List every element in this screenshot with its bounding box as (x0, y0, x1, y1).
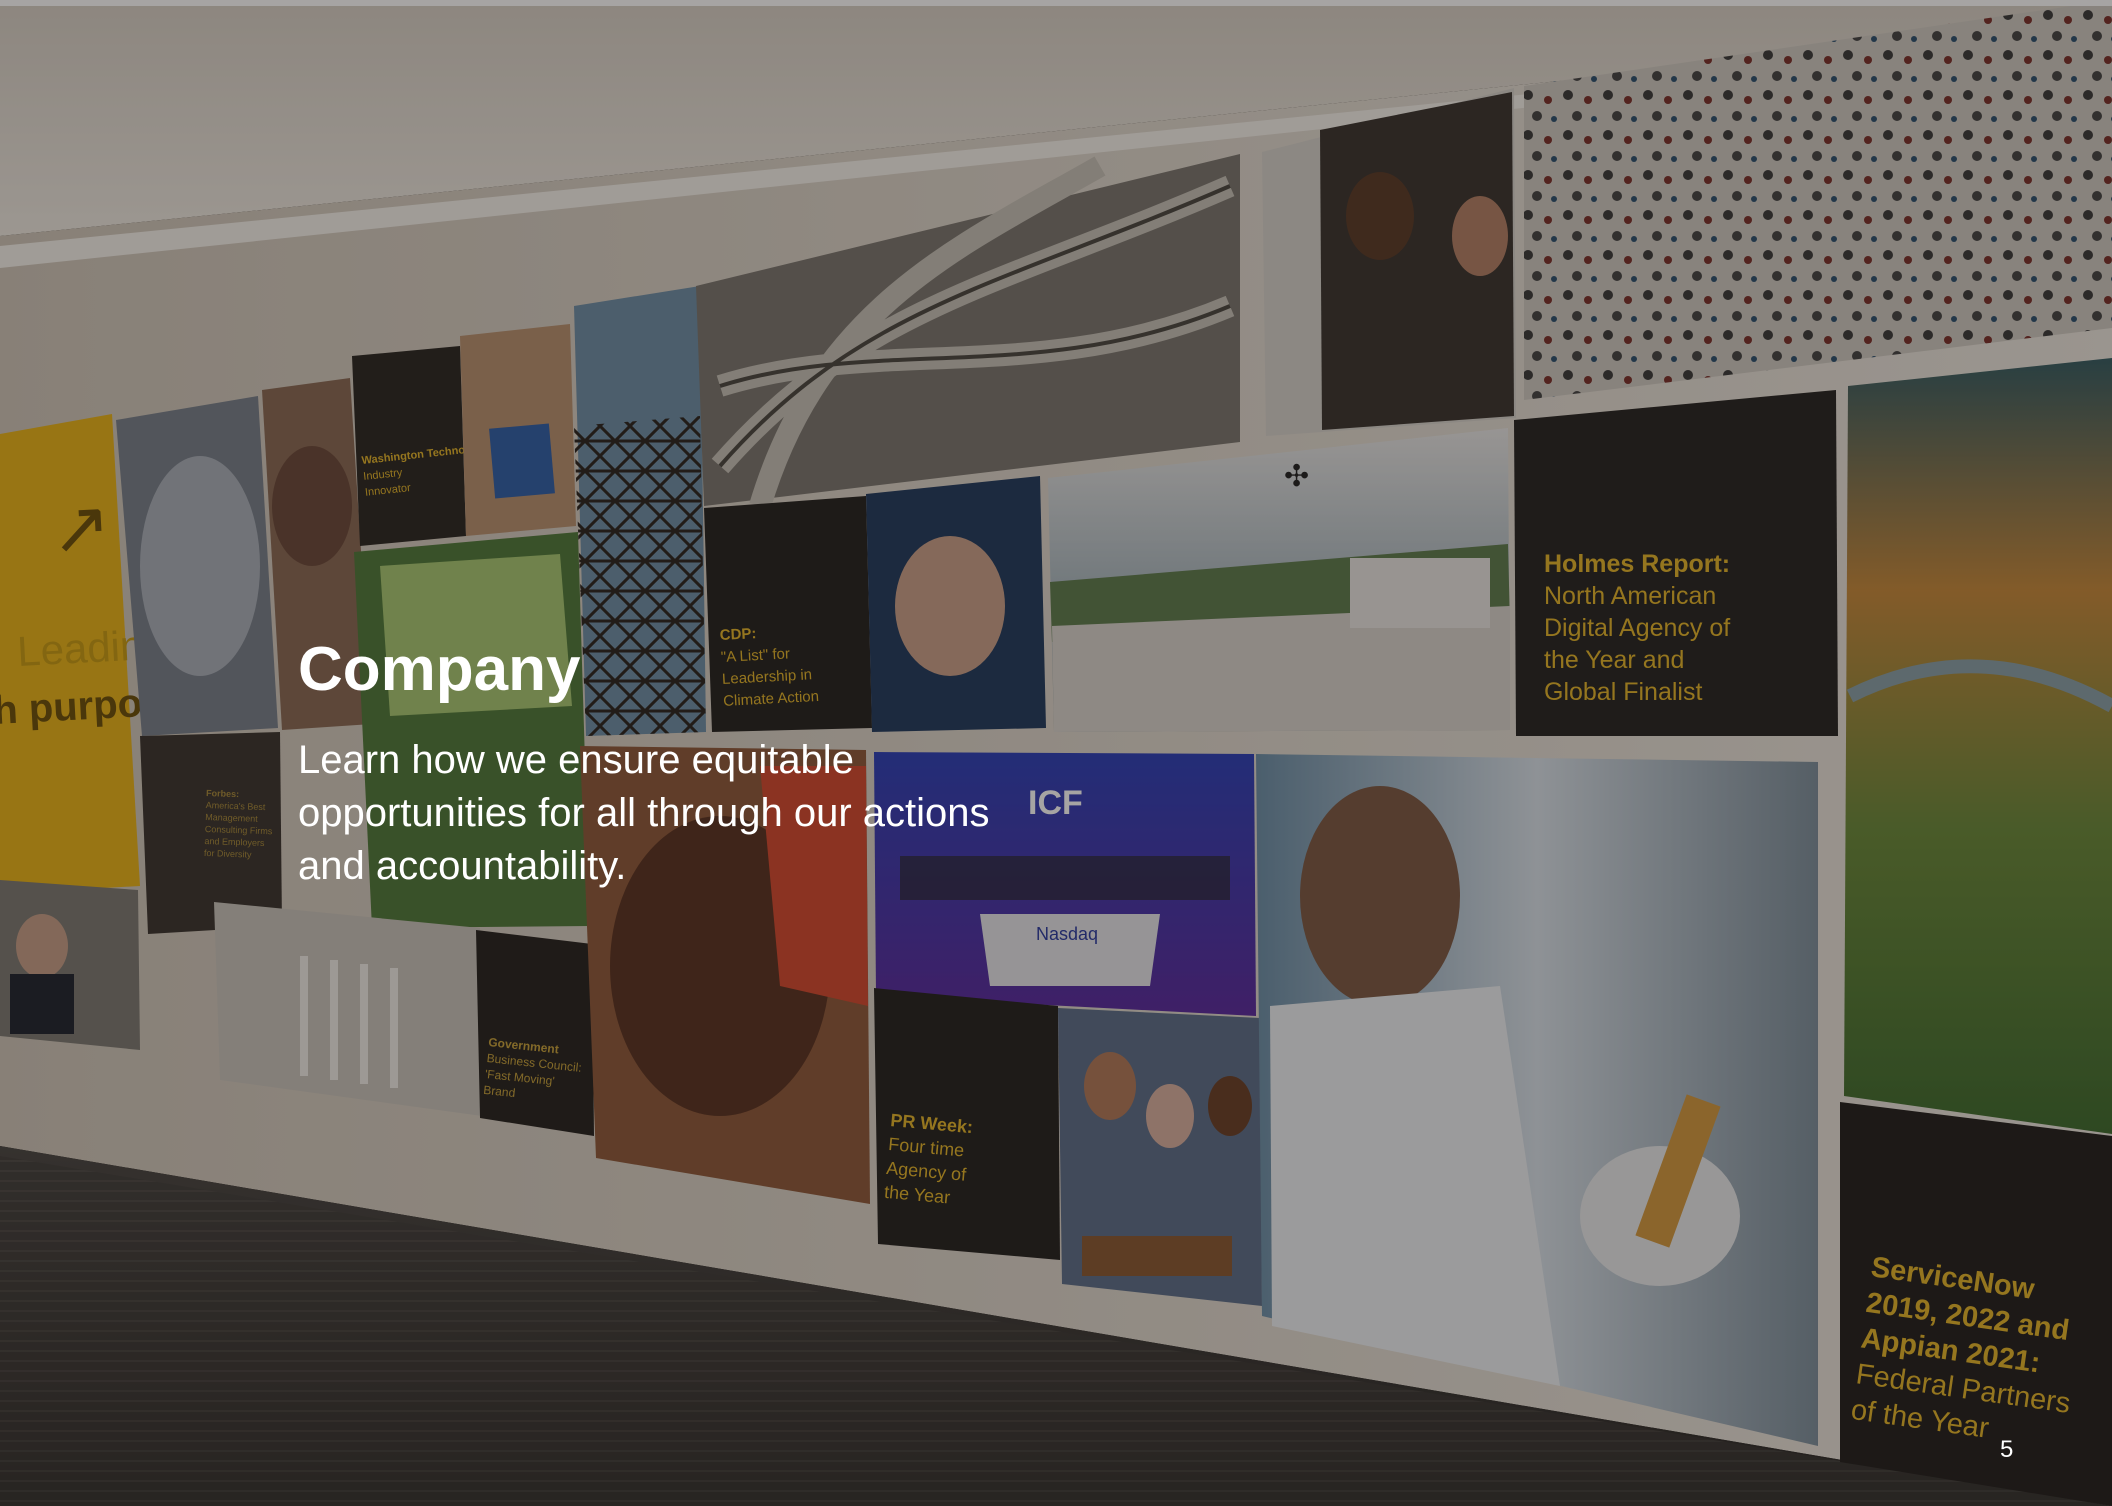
page-number: 5 (2000, 1436, 2014, 1463)
svg-text:America's Best: America's Best (206, 800, 267, 812)
award-holmes-report: Holmes Report: North American Digital Ag… (1544, 550, 1730, 706)
svg-text:Digital Agency of: Digital Agency of (1544, 614, 1730, 642)
svg-text:and Employers: and Employers (204, 836, 265, 848)
svg-text:for Diversity: for Diversity (204, 848, 252, 860)
page-subtitle: Learn how we ensure equitable opportunit… (298, 738, 990, 889)
svg-text:North American: North American (1544, 582, 1716, 610)
svg-text:Management: Management (205, 812, 258, 824)
arrow-icon: ↗ (49, 487, 113, 570)
svg-text:Global Finalist: Global Finalist (1544, 678, 1702, 706)
svg-text:Forbes:: Forbes: (206, 788, 239, 799)
svg-text:the Year and: the Year and (1544, 646, 1684, 674)
page-title: Company (298, 635, 581, 704)
svg-text:Holmes Report:: Holmes Report: (1544, 550, 1730, 578)
company-slide: ↗ Leading h purpose Washington Technolog… (0, 0, 2112, 1506)
svg-text:✣: ✣ (1284, 460, 1309, 493)
nasdaq-sign: Nasdaq (1036, 924, 1098, 944)
icf-stage-logo: ICF (1028, 784, 1083, 822)
intro-text-block: Company Learn how we ensure equitable op… (298, 635, 1018, 893)
